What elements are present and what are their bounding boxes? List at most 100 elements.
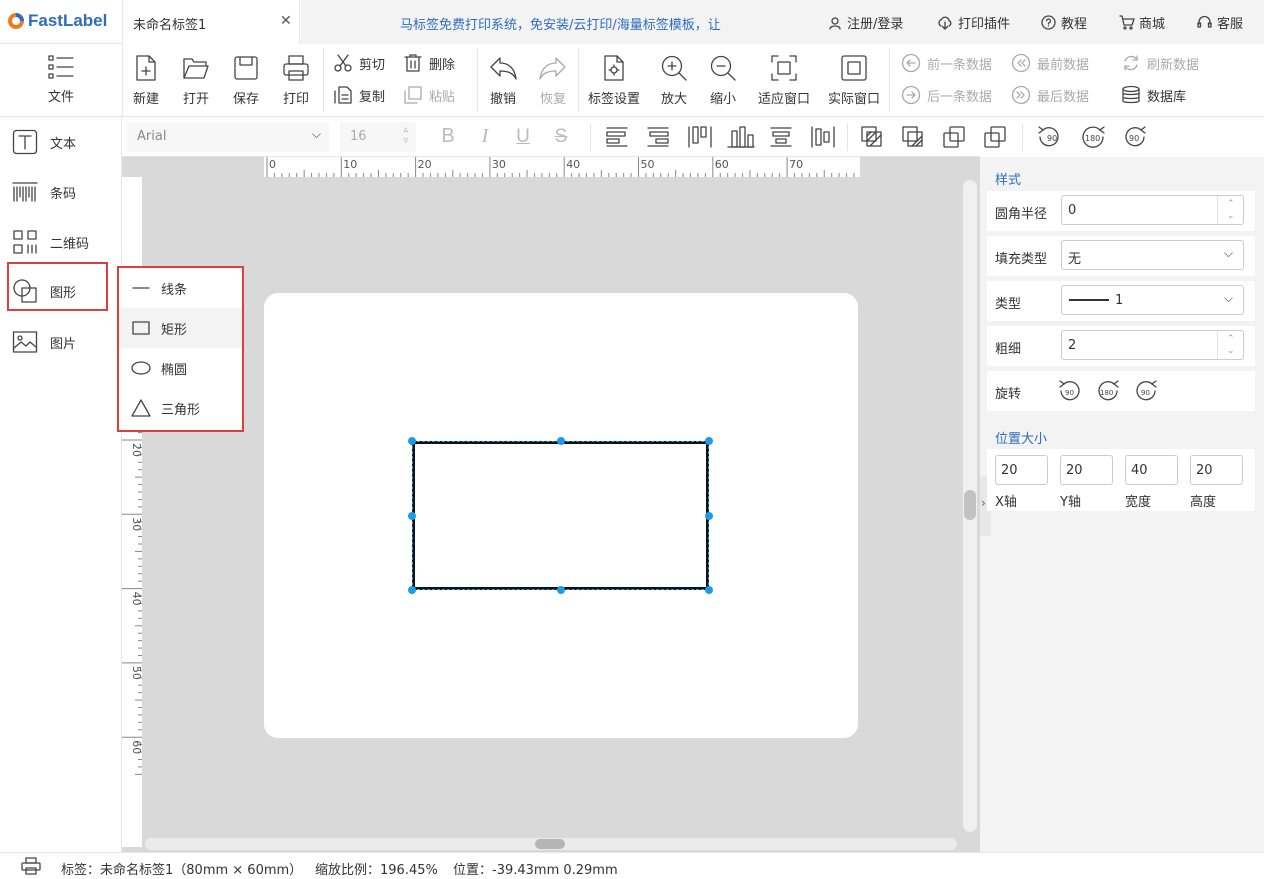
actual-size-button[interactable]: 实际窗口 [824,54,884,107]
paste-button[interactable]: 粘贴 [403,85,455,105]
align-top-icon[interactable] [683,125,724,149]
cut-button[interactable]: 剪切 [333,53,385,73]
horizontal-scrollbar-thumb[interactable] [535,839,565,849]
rotate-90-cw-icon[interactable]: 90 [1032,124,1073,150]
shop-link[interactable]: 商城 [1119,13,1165,32]
menu-item-ellipse[interactable]: 椭圆 [119,348,242,388]
x-label: X轴 [995,495,1017,510]
x-input[interactable]: 20 [995,455,1048,485]
close-tab-icon[interactable]: ✕ [280,13,292,29]
vertical-scrollbar-thumb[interactable] [964,490,976,520]
layer-icons [858,125,1022,149]
menu-item-triangle[interactable]: 三角形 [119,388,242,428]
bold-icon[interactable]: B [430,125,466,148]
refresh-data-button[interactable]: 刷新数据 [1121,53,1199,73]
resize-handle[interactable] [705,512,713,520]
resize-handle[interactable] [705,437,713,445]
rotate-180-icon[interactable]: 180 [1095,378,1121,404]
marquee-text: 马标签免费打印系统，免安装/云打印/海量标签模板，让 [400,18,721,33]
zoom-out-icon [710,55,736,81]
actual-size-icon [841,55,867,81]
rectangle-shape[interactable] [412,441,709,590]
new-button[interactable]: 新建 [128,54,164,107]
sidebar-item-shape[interactable]: 图形 [12,278,76,304]
delete-button[interactable]: 删除 [403,53,455,73]
resize-handle[interactable] [705,586,713,594]
horizontal-scrollbar[interactable] [145,838,957,850]
last-data-button[interactable]: 最后数据 [1011,85,1089,105]
menu-item-line[interactable]: 线条 [119,268,242,308]
corner-radius-stepper[interactable]: ⌃ ⌄ [1217,196,1243,224]
bring-front-icon[interactable] [858,125,899,149]
corner-radius-input[interactable]: 0 ⌃ ⌄ [1061,195,1244,225]
resize-handle[interactable] [408,512,416,520]
sidebar-item-qrcode[interactable]: 二维码 [12,229,89,255]
y-input[interactable]: 20 [1060,455,1113,485]
align-right-icon[interactable] [642,125,683,149]
redo-button[interactable]: 恢复 [535,54,571,107]
file-menu-button[interactable]: 文件 [36,54,86,105]
support-link[interactable]: 客服 [1197,13,1243,32]
width-input[interactable]: 40 [1125,455,1178,485]
rotate-90-ccw-icon[interactable]: 90 [1133,378,1159,404]
document-tab-label: 未命名标签1 [133,18,207,33]
resize-handle[interactable] [408,437,416,445]
align-center-h-icon[interactable] [765,125,806,149]
tutorial-link[interactable]: 教程 [1041,13,1087,32]
line-type-select[interactable]: 1 ⌵ [1061,285,1244,315]
corner-radius-row: 圆角半径 0 ⌃ ⌄ [987,191,1255,231]
rotate-180-icon[interactable]: 180 [1073,124,1114,150]
save-button[interactable]: 保存 [228,54,264,107]
sidebar-item-barcode[interactable]: 条码 [12,179,76,205]
settings-document-icon [604,55,624,81]
menu-list-icon [48,55,74,79]
font-size-input[interactable]: 16 ▵ ▿ [340,122,416,152]
align-bottom-icon[interactable] [724,125,765,149]
chevron-down-icon: ⌵ [1223,246,1233,260]
document-tab[interactable]: 未命名标签1 ✕ [122,0,300,44]
thickness-input[interactable]: 2 ⌃ ⌄ [1061,330,1244,360]
stepper-arrows-icon: ⌃ ⌄ [1227,334,1235,356]
undo-button[interactable]: 撤销 [485,54,521,107]
send-backward-icon[interactable] [981,125,1022,149]
strikethrough-icon[interactable]: S [542,126,580,148]
text-icon [12,129,38,155]
underline-icon[interactable]: U [504,126,542,148]
next-data-button[interactable]: 后一条数据 [901,85,992,105]
rotate-90-ccw-icon[interactable]: 90 [1114,124,1155,150]
copy-button[interactable]: 复制 [333,85,385,105]
fit-window-button[interactable]: 适应窗口 [754,54,814,107]
first-data-button[interactable]: 最前数据 [1011,53,1089,73]
zoom-in-button[interactable]: 放大 [656,54,692,107]
database-button[interactable]: 数据库 [1121,85,1186,105]
sidebar-item-text[interactable]: 文本 [12,129,76,155]
menu-item-rectangle[interactable]: 矩形 [119,308,242,348]
italic-icon[interactable]: I [466,125,504,148]
font-family-select[interactable]: Arial ⌵ [127,122,329,152]
chevron-down-icon: ⌵ [311,127,321,141]
send-back-icon[interactable] [899,125,940,149]
rotate-icons: 90 180 90 [1032,124,1155,150]
open-button[interactable]: 打开 [178,54,214,107]
label-settings-button[interactable]: 标签设置 [584,54,644,107]
height-input[interactable]: 20 [1190,455,1243,485]
align-center-v-icon[interactable] [806,125,847,149]
print-button[interactable]: 打印 [278,54,314,107]
sidebar-item-image[interactable]: 图片 [12,329,76,355]
login-link[interactable]: 注册/登录 [828,13,903,32]
vertical-scrollbar[interactable] [963,180,977,832]
zoom-out-button[interactable]: 缩小 [705,54,741,107]
thickness-stepper[interactable]: ⌃ ⌄ [1217,331,1243,359]
resize-handle[interactable] [557,586,565,594]
resize-handle[interactable] [408,586,416,594]
resize-handle[interactable] [557,437,565,445]
double-right-circle-icon [1011,85,1031,105]
bring-forward-icon[interactable] [940,125,981,149]
print-plugin-link[interactable]: 打印插件 [937,13,1010,32]
align-left-icon[interactable] [601,125,642,149]
rotate-90-cw-icon[interactable]: 90 [1057,378,1083,404]
fill-type-select[interactable]: 无 ⌵ [1061,240,1244,270]
rectangle-icon [132,321,150,335]
prev-data-button[interactable]: 前一条数据 [901,53,992,73]
triangle-icon [131,399,151,417]
